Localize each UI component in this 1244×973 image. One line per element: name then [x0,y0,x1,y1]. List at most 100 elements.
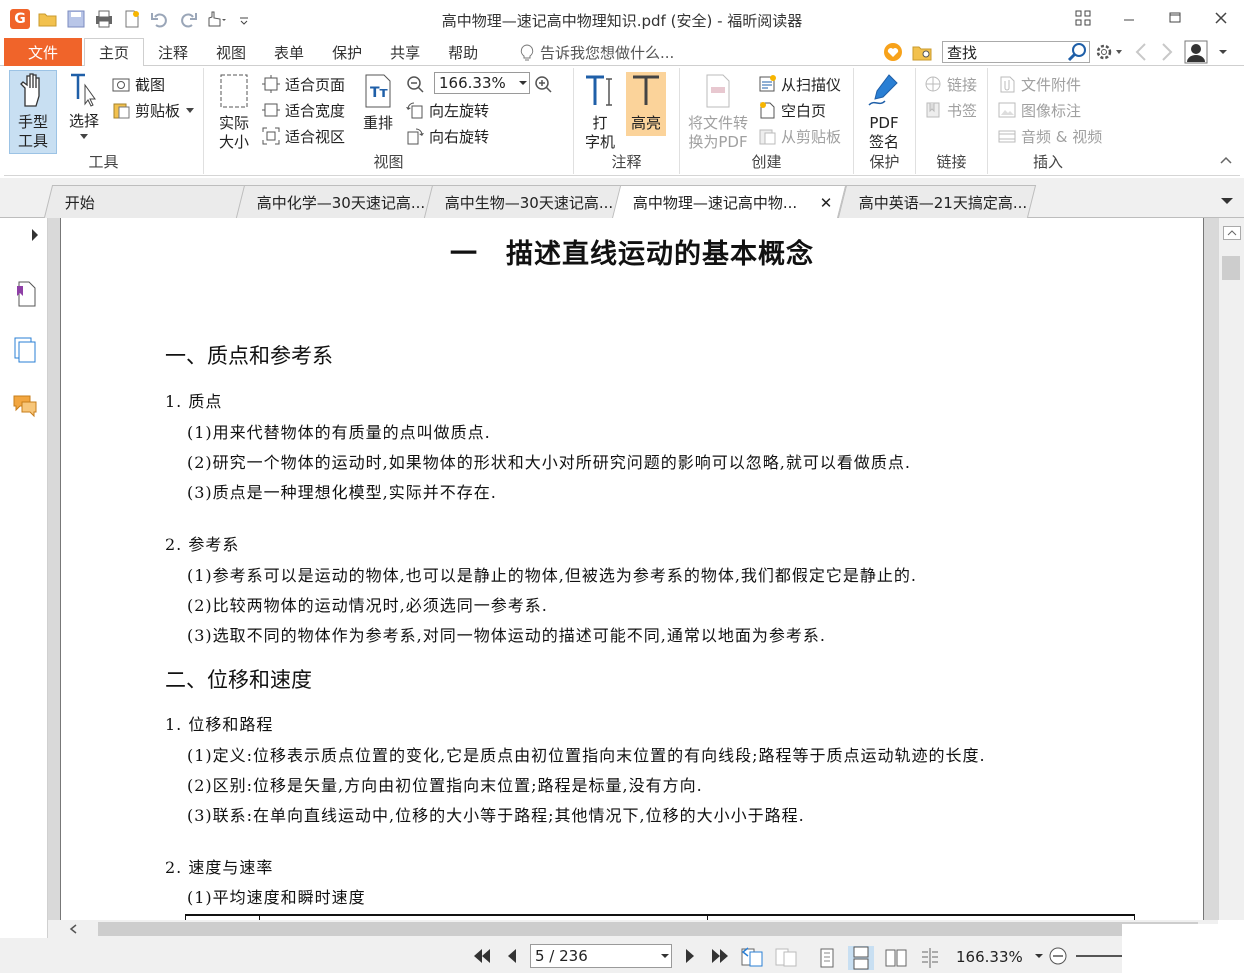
file-attachment-button[interactable]: 文件附件 [998,72,1081,96]
search-icon[interactable] [1067,42,1089,62]
tab-help[interactable]: 帮助 [434,38,492,66]
group-create: 将文件转 换为PDF 从扫描仪 空白页 从剪贴板 创建 [680,68,854,174]
minimize-button[interactable] [1106,0,1152,36]
blank-page-button[interactable]: 空白页 [758,98,826,122]
zoom-select[interactable]: 166.33% [434,72,530,94]
pages-panel-icon[interactable] [12,336,38,364]
zoom-out-icon[interactable] [1048,946,1068,966]
horizontal-scrollbar[interactable] [48,920,1218,938]
expand-panel-icon[interactable] [30,228,40,246]
heart-icon[interactable] [882,42,904,66]
clipboard-icon [758,127,776,145]
tab-protect[interactable]: 保护 [318,38,376,66]
gear-icon[interactable] [1094,41,1124,63]
continuous-facing-icon[interactable] [918,947,942,969]
avatar[interactable] [1184,40,1210,64]
typewriter-line2: 字机 [584,133,615,151]
back-icon[interactable] [1132,41,1150,63]
file-menu-button[interactable]: 文件 [4,38,82,66]
group-protect: PDF 签名 保护 [854,68,916,174]
pdf-sign-button[interactable]: PDF 签名 [862,72,906,156]
maximize-button[interactable] [1152,0,1198,36]
scrollbar-thumb[interactable] [1222,256,1240,280]
group-label-links: 链接 [936,153,967,171]
scroll-up-icon[interactable] [1223,226,1241,240]
tab-share[interactable]: 共享 [376,38,434,66]
search-input[interactable]: 查找 [942,41,1090,63]
highlight-button[interactable]: 高亮 [626,72,666,136]
image-annotation-button[interactable]: 图像标注 [998,98,1081,122]
tell-me-box[interactable]: 告诉我您想做什么... [520,42,674,63]
ribbon-display-icon[interactable] [1060,0,1106,36]
chevron-down-icon [519,81,527,85]
fit-page-label: 适合页面 [285,75,346,94]
chapter-title: 一 描述直线运动的基本概念 [450,239,814,270]
zoom-out-button[interactable] [406,72,424,96]
previous-view-icon[interactable] [740,946,764,968]
rotate-left-button[interactable]: 向左旋转 [406,98,489,122]
chevron-down-icon[interactable] [1218,41,1228,63]
doc-tab-biology[interactable]: 高中生物—30天速记高... [423,185,623,218]
zoom-in-button[interactable] [534,72,552,96]
bookmark-button[interactable]: 书签 [924,98,977,122]
subsection-heading: 1. 质点 [165,392,223,411]
tab-home[interactable]: 主页 [84,38,145,67]
close-button[interactable] [1198,0,1244,36]
vertical-scrollbar[interactable] [1218,218,1244,920]
status-bar-blank-area [1122,924,1244,973]
tab-list-dropdown-icon[interactable] [1220,194,1234,210]
tab-comment[interactable]: 注释 [144,38,202,66]
actual-size-button[interactable]: 实际 大小 [212,72,256,156]
first-page-icon[interactable] [470,946,494,966]
clipboard-icon [112,101,130,119]
select-tool-button[interactable]: 选择 [64,70,104,154]
scroll-left-icon[interactable] [68,923,80,935]
fit-visible-button[interactable]: 适合视区 [262,124,345,148]
zoom-slider[interactable] [1076,955,1124,957]
forward-icon[interactable] [1158,41,1176,63]
next-page-icon[interactable] [678,946,702,966]
from-scanner-label: 从扫描仪 [781,75,842,94]
link-button[interactable]: 链接 [924,72,977,96]
previous-page-icon[interactable] [500,946,524,966]
facing-pages-icon[interactable] [884,947,908,969]
image-annotation-label: 图像标注 [1021,101,1082,120]
fit-width-button[interactable]: 适合宽度 [262,98,345,122]
last-page-icon[interactable] [708,946,732,966]
chevron-down-icon[interactable] [1034,946,1044,966]
page-number-input[interactable]: 5 / 236 [530,944,672,968]
hand-tool-button[interactable]: 手型 工具 [9,70,57,154]
tab-view[interactable]: 视图 [202,38,260,66]
document-view[interactable]: 一 描述直线运动的基本概念 一、质点和参考系 1. 质点 (1)用来代替物体的有… [48,218,1218,920]
actual-size-line1: 实际 [218,114,249,132]
fit-page-button[interactable]: 适合页面 [262,72,345,96]
scrollbar-thumb[interactable] [98,922,1198,936]
clipboard-button[interactable]: 剪贴板 [112,98,195,122]
audio-video-button[interactable]: 音频 & 视频 [998,124,1102,148]
bookmark-panel-icon[interactable] [12,280,38,308]
zoom-level[interactable]: 166.33% [956,948,1023,966]
from-clipboard-button[interactable]: 从剪贴板 [758,124,841,148]
rotate-right-button[interactable]: 向右旋转 [406,124,489,148]
doc-tab-chemistry[interactable]: 高中化学—30天速记高... [235,185,435,218]
single-page-icon[interactable] [816,947,838,969]
screenshot-label: 截图 [135,75,166,94]
doc-tab-start[interactable]: 开始 [43,185,249,218]
typewriter-button[interactable]: 打 字机 [578,72,622,156]
convert-line2: 换为PDF [688,133,748,151]
comments-panel-icon[interactable] [12,392,38,420]
convert-to-pdf-button[interactable]: 将文件转 换为PDF [686,72,750,156]
doc-tab-physics[interactable]: 高中物理—速记高中物... ✕ [611,185,847,219]
reflow-button[interactable]: Tт 重排 [358,72,398,140]
doc-tab-english[interactable]: 高中英语—21天搞定高... [837,185,1037,218]
screenshot-button[interactable]: 截图 [112,72,165,96]
close-icon[interactable]: ✕ [820,194,833,212]
from-scanner-button[interactable]: 从扫描仪 [758,72,841,96]
collapse-ribbon-icon[interactable] [1220,153,1232,169]
find-folder-icon[interactable] [912,42,934,66]
continuous-page-icon[interactable] [848,946,874,970]
bookmark-icon [924,101,942,119]
page-number-value: 5 / 236 [535,947,588,965]
tab-form[interactable]: 表单 [260,38,318,66]
next-view-icon[interactable] [774,946,798,968]
